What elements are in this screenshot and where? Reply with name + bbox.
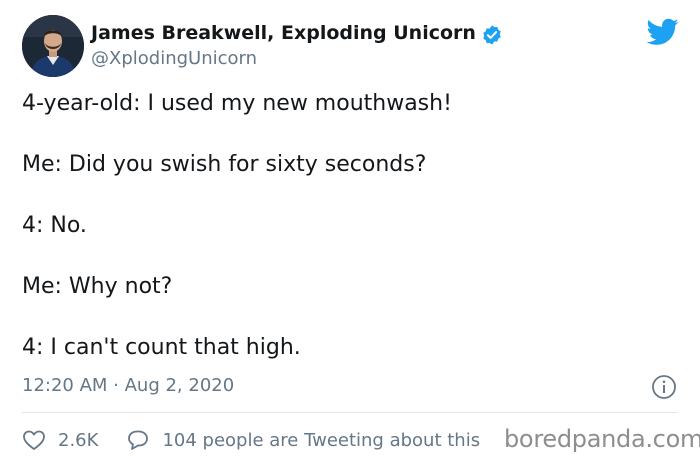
speech-bubble-icon[interactable] bbox=[126, 429, 150, 451]
tweet-timestamp[interactable]: 12:20 AM · Aug 2, 2020 bbox=[22, 375, 234, 396]
author-name[interactable]: James Breakwell, Exploding Unicorn bbox=[91, 22, 476, 44]
twitter-bird-icon[interactable] bbox=[647, 18, 679, 46]
like-count[interactable]: 2.6K bbox=[58, 430, 98, 451]
author-handle[interactable]: @XplodingUnicorn bbox=[91, 48, 257, 69]
avatar-photo bbox=[22, 15, 84, 77]
tweet-line: 4: I can't count that high. bbox=[22, 335, 301, 360]
info-icon[interactable] bbox=[651, 374, 677, 400]
tweet-body: 4-year-old: I used my new mouthwash! Me:… bbox=[22, 90, 682, 395]
tweet-line: Me: Why not? bbox=[22, 274, 173, 299]
tweet-line: Me: Did you swish for sixty seconds? bbox=[22, 152, 427, 177]
heart-icon[interactable] bbox=[22, 429, 46, 451]
avatar[interactable] bbox=[22, 15, 84, 77]
tweet-card: James Breakwell, Exploding Unicorn @Xplo… bbox=[0, 0, 700, 467]
discussion-link[interactable]: 104 people are Tweeting about this bbox=[162, 430, 480, 451]
tweet-line: 4: No. bbox=[22, 213, 87, 238]
action-bar: 2.6K 104 people are Tweeting about this bbox=[22, 426, 480, 454]
divider bbox=[22, 412, 678, 413]
watermark: boredpanda.com bbox=[504, 425, 700, 453]
verified-badge-icon bbox=[483, 25, 501, 45]
tweet-line: 4-year-old: I used my new mouthwash! bbox=[22, 91, 452, 116]
